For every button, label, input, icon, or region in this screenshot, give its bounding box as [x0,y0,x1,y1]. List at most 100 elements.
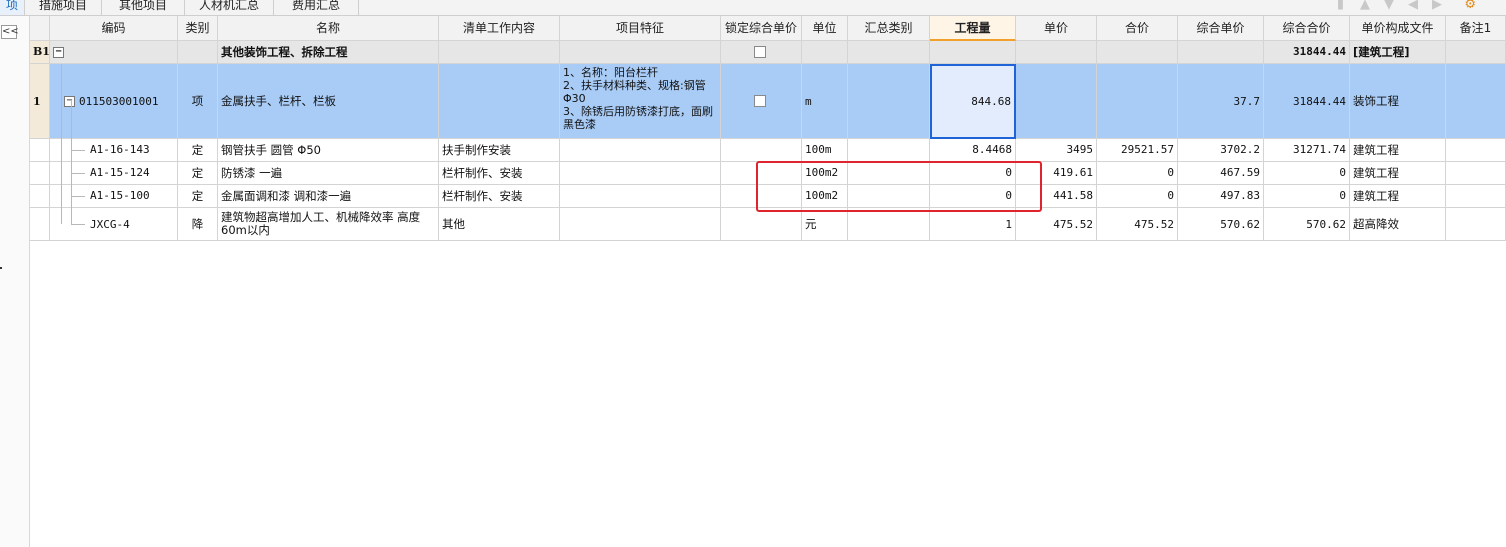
sub-price-file[interactable]: 超高降效 [1350,208,1446,241]
tab-other-items[interactable]: 其他项目 [102,0,185,15]
move-left-icon[interactable]: ◀ [1408,0,1418,12]
sub-remark-cell[interactable] [1446,162,1506,185]
row-label-cell[interactable] [30,208,50,241]
sub-feature-cell[interactable] [560,139,721,162]
collapse-icon[interactable]: − [53,47,64,58]
sub-unit[interactable]: 元 [802,208,848,241]
item-price-file[interactable]: 装饰工程 [1350,64,1446,139]
header-unit[interactable]: 单位 [802,16,848,41]
header-work-content[interactable]: 清单工作内容 [439,16,560,41]
sub-quantity[interactable]: 8.4468 [930,139,1016,162]
section-total-cell[interactable] [1097,41,1178,64]
sub-feature-cell[interactable] [560,162,721,185]
header-summary-category[interactable]: 汇总类别 [848,16,930,41]
item-lock-cell[interactable] [721,64,802,139]
header-remark[interactable]: 备注1 [1446,16,1506,41]
section-unit-cell[interactable] [802,41,848,64]
sub-lock-cell[interactable] [721,139,802,162]
item-remark-cell[interactable] [1446,64,1506,139]
tab-measures[interactable]: 措施项目 [25,0,102,15]
header-name[interactable]: 名称 [218,16,439,41]
header-total-price[interactable]: 合价 [1097,16,1178,41]
sub-price[interactable]: 475.52 [1016,208,1097,241]
sub-remark-cell[interactable] [1446,185,1506,208]
sub-quantity[interactable]: 0 [930,185,1016,208]
sub-quantity[interactable]: 0 [930,162,1016,185]
sub-price[interactable]: 441.58 [1016,185,1097,208]
header-features[interactable]: 项目特征 [560,16,721,41]
sub-composite-price[interactable]: 570.62 [1178,208,1264,241]
move-down-icon[interactable]: ▼ [1384,0,1394,12]
collapse-icon[interactable]: − [64,96,75,107]
collapse-panel-button[interactable]: << [1,25,19,39]
sub-price[interactable]: 419.61 [1016,162,1097,185]
section-lock-cell[interactable] [721,41,802,64]
sub-composite-total[interactable]: 0 [1264,162,1350,185]
header-composite-total[interactable]: 综合合价 [1264,16,1350,41]
sub-composite-price[interactable]: 497.83 [1178,185,1264,208]
sub-type[interactable]: 降 [178,208,218,241]
sub-unit[interactable]: 100m2 [802,162,848,185]
sub-name[interactable]: 防锈漆 一遍 [218,162,439,185]
sort-icon[interactable]: ▮ [1337,0,1344,12]
settings-icon[interactable]: ⚙ [1464,0,1476,12]
sub-total[interactable]: 0 [1097,185,1178,208]
sub-quantity[interactable]: 1 [930,208,1016,241]
sub-type[interactable]: 定 [178,139,218,162]
section-type-cell[interactable] [178,41,218,64]
tab-items[interactable]: 项 [0,0,25,15]
sub-category-cell[interactable] [848,162,930,185]
item-unit[interactable]: m [802,64,848,139]
item-type[interactable]: 项 [178,64,218,139]
section-remark-cell[interactable] [1446,41,1506,64]
sub-code[interactable]: JXCG-4 [50,208,178,241]
sub-code[interactable]: A1-16-143 [50,139,178,162]
sub-total[interactable]: 475.52 [1097,208,1178,241]
sub-category-cell[interactable] [848,208,930,241]
header-price-file[interactable]: 单价构成文件 [1350,16,1446,41]
item-price-cell[interactable] [1016,64,1097,139]
sub-composite-total[interactable]: 570.62 [1264,208,1350,241]
row-label-cell[interactable] [30,185,50,208]
header-code[interactable]: 编码 [50,16,178,41]
sub-name[interactable]: 钢管扶手 圆管 Φ50 [218,139,439,162]
item-total-cell[interactable] [1097,64,1178,139]
tab-fee-summary[interactable]: 费用汇总 [274,0,359,15]
lock-price-checkbox[interactable] [754,95,766,107]
sub-price[interactable]: 3495 [1016,139,1097,162]
item-code-cell[interactable]: −011503001001 [50,64,178,139]
item-features[interactable]: 1、名称：阳台栏杆 2、扶手材料种类、规格:钢管Φ30 3、除锈后用防锈漆打底，… [560,64,721,139]
sub-unit[interactable]: 100m2 [802,185,848,208]
header-type[interactable]: 类别 [178,16,218,41]
lock-price-checkbox[interactable] [754,46,766,58]
sub-code[interactable]: A1-15-100 [50,185,178,208]
item-name[interactable]: 金属扶手、栏杆、栏板 [218,64,439,139]
sub-work[interactable]: 扶手制作安装 [439,139,560,162]
section-quantity-cell[interactable] [930,41,1016,64]
item-composite-price[interactable]: 37.7 [1178,64,1264,139]
section-composite-total[interactable]: 31844.44 [1264,41,1350,64]
section-price-cell[interactable] [1016,41,1097,64]
section-feature-cell[interactable] [560,41,721,64]
header-composite-unit-price[interactable]: 综合单价 [1178,16,1264,41]
sub-remark-cell[interactable] [1446,208,1506,241]
sub-work[interactable]: 其他 [439,208,560,241]
move-up-icon[interactable]: ▲ [1360,0,1370,12]
sub-price-file[interactable]: 建筑工程 [1350,139,1446,162]
header-quantity[interactable]: 工程量 [930,16,1016,41]
sub-composite-total[interactable]: 0 [1264,185,1350,208]
sub-price-file[interactable]: 建筑工程 [1350,185,1446,208]
item-composite-total[interactable]: 31844.44 [1264,64,1350,139]
sub-lock-cell[interactable] [721,162,802,185]
sub-name[interactable]: 金属面调和漆 调和漆一遍 [218,185,439,208]
row-label-item[interactable]: 1 [30,64,50,139]
row-label-cell[interactable] [30,139,50,162]
sub-unit[interactable]: 100m [802,139,848,162]
sub-lock-cell[interactable] [721,208,802,241]
tab-labor-material-summary[interactable]: 人材机汇总 [185,0,274,15]
sub-composite-price[interactable]: 467.59 [1178,162,1264,185]
sub-feature-cell[interactable] [560,208,721,241]
section-work-cell[interactable] [439,41,560,64]
sub-type[interactable]: 定 [178,185,218,208]
sub-composite-price[interactable]: 3702.2 [1178,139,1264,162]
